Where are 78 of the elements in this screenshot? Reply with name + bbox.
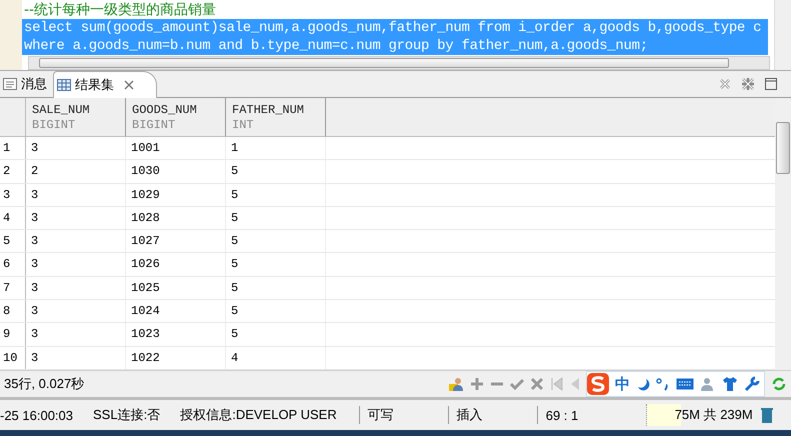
shirt-icon[interactable] [722, 376, 738, 392]
table-cell: 3 [26, 346, 126, 369]
status-item: 授权信息:DEVELOP USER [170, 406, 360, 424]
table-cell: 5 [226, 276, 326, 300]
restore-icon[interactable] [741, 77, 755, 91]
memory-meter: 75M 共 239M [646, 404, 757, 426]
table-cell: 4 [226, 346, 326, 369]
table-cell: 1029 [126, 184, 226, 206]
minimize-icon[interactable] [719, 78, 731, 90]
status-item: -25 16:00:03 [0, 408, 74, 422]
keyboard-icon[interactable] [676, 378, 694, 390]
tab[interactable]: 消息 [0, 71, 53, 97]
punctuation-icon[interactable] [656, 377, 670, 391]
table-cell: 3 [26, 206, 126, 230]
vertical-scrollbar[interactable] [774, 0, 791, 70]
row-number: 7 [0, 276, 26, 300]
status-item: 69 : 1 [544, 408, 580, 422]
column-header[interactable]: SALE_NUM BIGINT [26, 98, 126, 136]
table-cell: 1030 [126, 160, 226, 183]
status-item: 插入 [448, 406, 538, 424]
table-cell: 3 [26, 300, 126, 322]
code-line: --统计每种一级类型的商品销量 [23, 1, 218, 19]
table-cell: 5 [226, 230, 326, 252]
table-cell: 5 [226, 206, 326, 230]
add-icon[interactable] [470, 377, 484, 391]
horizontal-scrollbar[interactable] [28, 56, 770, 70]
row-number: 2 [0, 160, 26, 183]
table-cell: 3 [26, 137, 126, 160]
table-cell: 1022 [126, 346, 226, 369]
s-logo-icon[interactable] [587, 373, 609, 395]
person-icon[interactable] [700, 376, 716, 392]
row-number: 4 [0, 206, 26, 230]
table-cell: 5 [226, 253, 326, 276]
table-cell: 5 [226, 300, 326, 322]
table-cell: 1001 [126, 137, 226, 160]
table-cell: 5 [226, 323, 326, 346]
row-number: 3 [0, 184, 26, 206]
row-number: 1 [0, 137, 26, 160]
wrench-icon[interactable] [744, 376, 760, 392]
vertical-scrollbar[interactable] [775, 98, 791, 370]
table-cell: 1025 [126, 276, 226, 300]
editor-gutter [0, 0, 22, 70]
table-cell: 1024 [126, 300, 226, 322]
table-cell: 1026 [126, 253, 226, 276]
user-icon[interactable] [448, 376, 464, 392]
table-cell: 3 [26, 276, 126, 300]
maximize-icon[interactable] [765, 78, 777, 90]
table-cell: 3 [26, 323, 126, 346]
close-icon[interactable] [124, 80, 134, 90]
table-cell: 5 [226, 184, 326, 206]
row-number: 8 [0, 300, 26, 322]
row-number: 5 [0, 230, 26, 252]
check-icon[interactable] [510, 377, 524, 391]
row-number: 10 [0, 346, 26, 369]
refresh-icon[interactable] [771, 376, 787, 392]
table-cell: 1023 [126, 323, 226, 346]
table-cell: 1027 [126, 230, 226, 252]
tab[interactable]: 结果集 [53, 70, 157, 98]
table-cell: 5 [226, 160, 326, 183]
table-cell: 1028 [126, 206, 226, 230]
first-icon[interactable] [550, 377, 564, 391]
status-item: 可写 [360, 406, 449, 424]
result-info: 35行, 0.027秒 [3, 375, 84, 393]
table-cell: 3 [26, 253, 126, 276]
table-icon [57, 78, 71, 90]
table-cell: 3 [26, 184, 126, 206]
row-number: 6 [0, 253, 26, 276]
trash-icon[interactable] [760, 407, 773, 423]
status-item: SSL连接:否 [92, 406, 162, 424]
table-cell: 1 [226, 137, 326, 160]
message-icon [3, 78, 17, 90]
table-cell: 2 [26, 160, 126, 183]
moon-icon[interactable] [636, 377, 650, 391]
table-cell: 3 [26, 230, 126, 252]
column-header[interactable]: GOODS_NUM BIGINT [126, 98, 226, 136]
input-mode[interactable]: 中 [615, 374, 630, 394]
cancel-icon[interactable] [530, 377, 544, 391]
row-number: 9 [0, 323, 26, 346]
